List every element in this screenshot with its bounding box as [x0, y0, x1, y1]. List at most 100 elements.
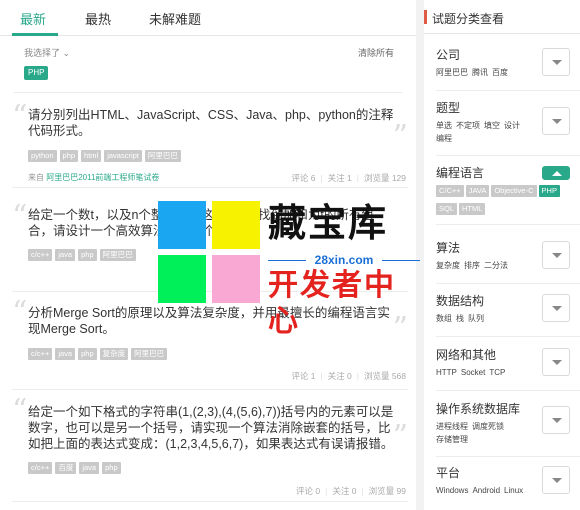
question-tag[interactable]: java — [55, 249, 76, 261]
open-quote-icon: “ — [12, 295, 28, 330]
question-tag[interactable]: 阿里巴巴 — [144, 150, 181, 162]
collapse-button[interactable] — [542, 166, 570, 180]
category-item[interactable]: TCP — [489, 368, 505, 377]
watermark-logo: 藏宝库 28xin.com 开发者中心 — [158, 201, 420, 338]
divider — [436, 456, 580, 457]
category-tag[interactable]: HTML — [459, 203, 486, 215]
question-stats: 评论 0 | 关注 0 | 浏览量 99 — [296, 486, 406, 496]
filter-dropdown[interactable]: 我选择了 ⌄ — [24, 46, 70, 59]
divider — [14, 92, 402, 93]
category-item[interactable]: 复杂度 — [436, 261, 460, 270]
category-item[interactable]: 存储管理 — [436, 435, 468, 444]
category-tag[interactable]: Objective-C — [491, 185, 537, 197]
close-quote-icon: ” — [392, 119, 408, 154]
question-tag[interactable]: 百度 — [55, 462, 77, 474]
category-network: 网络和其他 HTTP Socket TCP — [436, 348, 580, 391]
category-tag[interactable]: SQL — [436, 203, 458, 215]
follow-count: 关注 1 — [327, 173, 352, 183]
question-tag[interactable]: 复杂度 — [99, 348, 129, 360]
source-link[interactable]: 阿里巴巴2011前端工程师笔试卷 — [46, 173, 159, 182]
category-item[interactable]: 数组 — [436, 314, 452, 323]
category-item[interactable]: 队列 — [468, 314, 484, 323]
expand-button[interactable] — [542, 466, 570, 494]
clear-all-link[interactable]: 清除所有 — [358, 46, 394, 59]
question-tag[interactable]: javascript — [104, 150, 142, 162]
question-stats: 评论 6 | 关注 1 | 浏览量 129 — [291, 173, 406, 183]
category-item[interactable]: 排序 — [464, 261, 480, 270]
category-item[interactable]: 百度 — [492, 68, 508, 77]
question-text[interactable]: 请分别列出HTML、JavaScript、CSS、Java、php、python… — [28, 107, 394, 139]
category-item[interactable]: Android — [472, 486, 500, 495]
question-tag[interactable]: c/c++ — [28, 348, 53, 360]
source-prefix: 来自 — [28, 173, 44, 182]
category-items: 数组栈队列 — [436, 312, 536, 325]
category-programming-language: 编程语言 C/C++ JAVA Objective-C PHPSQL HTML — [436, 166, 580, 225]
category-item[interactable]: 单选 — [436, 121, 452, 130]
category-sidebar: 试题分类查看 公司 阿里巴巴 腾讯 百度 题型 单选 不定项 填空 设计编程 编程语言 C… — [424, 0, 580, 510]
question-tag[interactable]: python — [28, 150, 57, 162]
divider — [436, 336, 580, 337]
expand-button[interactable] — [542, 294, 570, 322]
tab-bar: 最新 最热 未解难题 — [0, 0, 416, 36]
divider — [436, 155, 580, 156]
question-tag[interactable]: c/c++ — [28, 462, 53, 474]
comment-count: 评论 0 — [296, 486, 321, 496]
question-tag[interactable]: php — [102, 462, 121, 474]
chevron-down-icon: ⌄ — [62, 48, 71, 58]
logo-square-green — [158, 255, 206, 303]
comment-count: 评论 1 — [291, 371, 316, 381]
category-os-database: 操作系统数据库 进程线程 调度死锁存储管理 — [436, 402, 580, 457]
category-tag-active[interactable]: PHP — [538, 185, 560, 197]
close-quote-icon: ” — [392, 419, 408, 454]
question-tag[interactable]: 阿里巴巴 — [99, 249, 136, 261]
open-quote-icon: “ — [12, 199, 28, 234]
question-tag[interactable]: java — [55, 348, 76, 360]
category-item[interactable]: 调度死锁 — [472, 422, 504, 431]
question-item[interactable]: “ ” 请分别列出HTML、JavaScript、CSS、Java、php、py… — [12, 96, 408, 188]
comment-count: 评论 6 — [291, 173, 316, 183]
question-tag[interactable]: php — [59, 150, 79, 162]
question-tag[interactable]: php — [78, 348, 97, 360]
question-text[interactable]: 给定一个如下格式的字符串(1,(2,3),(4,(5,6),7))括号内的元素可… — [28, 404, 394, 452]
question-tag[interactable]: php — [78, 249, 97, 261]
category-item[interactable]: 设计 — [504, 121, 520, 130]
expand-button[interactable] — [542, 107, 570, 135]
selected-filter-tag[interactable]: PHP — [24, 66, 49, 80]
category-item[interactable]: Windows — [436, 486, 468, 495]
category-tag[interactable]: JAVA — [465, 185, 490, 197]
category-item[interactable]: 阿里巴巴 — [436, 68, 468, 77]
category-item[interactable]: 二分法 — [484, 261, 508, 270]
category-items: 进程线程 调度死锁存储管理 — [436, 420, 536, 446]
question-tag[interactable]: java — [79, 462, 100, 474]
category-item[interactable]: 不定项 — [456, 121, 480, 130]
category-tag[interactable]: C/C++ — [436, 185, 464, 197]
tab-hottest[interactable]: 最热 — [85, 9, 111, 28]
chevron-down-icon — [552, 253, 562, 258]
view-count: 浏览量 568 — [363, 371, 406, 381]
category-items: 阿里巴巴 腾讯 百度 — [436, 66, 536, 79]
category-item[interactable]: Linux — [504, 486, 523, 495]
question-item[interactable]: “ ” 给定一个如下格式的字符串(1,(2,3),(4,(5,6),7))括号内… — [12, 392, 408, 502]
category-item[interactable]: 栈 — [456, 314, 464, 323]
category-item[interactable]: 进程线程 — [436, 422, 468, 431]
category-items: HTTP Socket TCP — [436, 366, 536, 379]
expand-button[interactable] — [542, 48, 570, 76]
open-quote-icon: “ — [12, 393, 28, 428]
view-count: 浏览量 99 — [368, 486, 406, 496]
category-item[interactable]: HTTP — [436, 368, 457, 377]
expand-button[interactable] — [542, 406, 570, 434]
question-tag[interactable]: c/c++ — [28, 249, 53, 261]
category-item[interactable]: 填空 — [484, 121, 500, 130]
category-item[interactable]: 编程 — [436, 134, 452, 143]
question-tag[interactable]: html — [81, 150, 102, 162]
category-item[interactable]: 腾讯 — [472, 68, 488, 77]
category-items: 复杂度 排序 二分法 — [436, 259, 536, 272]
tab-latest[interactable]: 最新 — [20, 9, 46, 28]
tab-unsolved[interactable]: 未解难题 — [149, 9, 201, 28]
expand-button[interactable] — [542, 348, 570, 376]
category-item[interactable]: Socket — [461, 368, 485, 377]
expand-button[interactable] — [542, 241, 570, 269]
question-tag[interactable]: 阿里巴巴 — [131, 348, 168, 360]
sidebar-header: 试题分类查看 — [424, 0, 580, 34]
logo-square-blue — [158, 201, 206, 249]
